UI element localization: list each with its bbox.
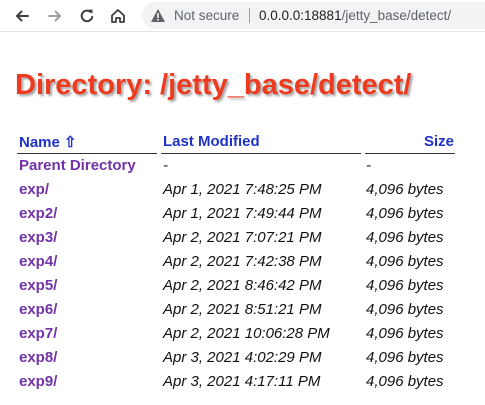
url-host: 0.0.0.0:18881 [259, 8, 342, 23]
forward-button[interactable] [43, 4, 67, 28]
size-cell: 4,096 bytes [366, 181, 444, 198]
size-cell: 4,096 bytes [366, 205, 444, 222]
directory-link[interactable]: exp2/ [19, 205, 57, 222]
reload-icon [80, 9, 94, 23]
last-modified-cell: Apr 2, 2021 7:42:38 PM [163, 253, 322, 270]
back-arrow-icon [16, 10, 29, 22]
last-modified-cell: Apr 1, 2021 7:49:44 PM [163, 205, 322, 222]
parent-directory-link[interactable]: Parent Directory [19, 157, 136, 174]
size-cell: - [366, 157, 371, 174]
reload-button[interactable] [75, 4, 99, 28]
directory-link[interactable]: exp9/ [19, 373, 57, 390]
browser-toolbar: Not secure 0.0.0.0:18881/jetty_base/dete… [0, 0, 485, 32]
forward-arrow-icon [48, 10, 61, 22]
last-modified-cell: Apr 2, 2021 8:51:21 PM [163, 301, 322, 318]
column-header-size[interactable]: Size [424, 133, 454, 150]
last-modified-cell: Apr 2, 2021 7:07:21 PM [163, 229, 322, 246]
warning-triangle-icon [151, 9, 165, 22]
header-underline [161, 153, 361, 154]
size-cell: 4,096 bytes [366, 301, 444, 318]
address-separator [249, 8, 250, 23]
home-icon [111, 9, 125, 23]
header-underline [365, 153, 455, 154]
column-header-last-modified[interactable]: Last Modified [163, 133, 260, 150]
column-header-name[interactable]: Name ⇧ [19, 133, 77, 151]
size-cell: 4,096 bytes [366, 253, 444, 270]
security-status[interactable]: Not secure [174, 8, 239, 23]
last-modified-cell: Apr 1, 2021 7:48:25 PM [163, 181, 322, 198]
url-path: /jetty_base/detect/ [341, 8, 452, 23]
directory-link[interactable]: exp8/ [19, 349, 57, 366]
directory-link[interactable]: exp7/ [19, 325, 57, 342]
directory-link[interactable]: exp6/ [19, 301, 57, 318]
header-underline [17, 153, 157, 154]
back-button[interactable] [10, 4, 34, 28]
last-modified-cell: Apr 2, 2021 10:06:28 PM [163, 325, 330, 342]
size-cell: 4,096 bytes [366, 349, 444, 366]
last-modified-cell: Apr 3, 2021 4:17:11 PM [163, 373, 321, 390]
page-title: Directory: /jetty_base/detect/ [15, 69, 412, 101]
url-text[interactable]: 0.0.0.0:18881/jetty_base/detect/ [259, 8, 451, 23]
address-bar[interactable]: Not secure 0.0.0.0:18881/jetty_base/dete… [142, 2, 485, 29]
last-modified-cell: - [163, 157, 168, 174]
directory-link[interactable]: exp4/ [19, 253, 57, 270]
directory-link[interactable]: exp3/ [19, 229, 57, 246]
last-modified-cell: Apr 3, 2021 4:02:29 PM [163, 349, 322, 366]
size-cell: 4,096 bytes [366, 229, 444, 246]
directory-link[interactable]: exp/ [19, 181, 49, 198]
last-modified-cell: Apr 2, 2021 8:46:42 PM [163, 277, 322, 294]
size-cell: 4,096 bytes [366, 325, 444, 342]
directory-link[interactable]: exp5/ [19, 277, 57, 294]
size-cell: 4,096 bytes [366, 373, 444, 390]
home-button[interactable] [106, 4, 130, 28]
size-cell: 4,096 bytes [366, 277, 444, 294]
